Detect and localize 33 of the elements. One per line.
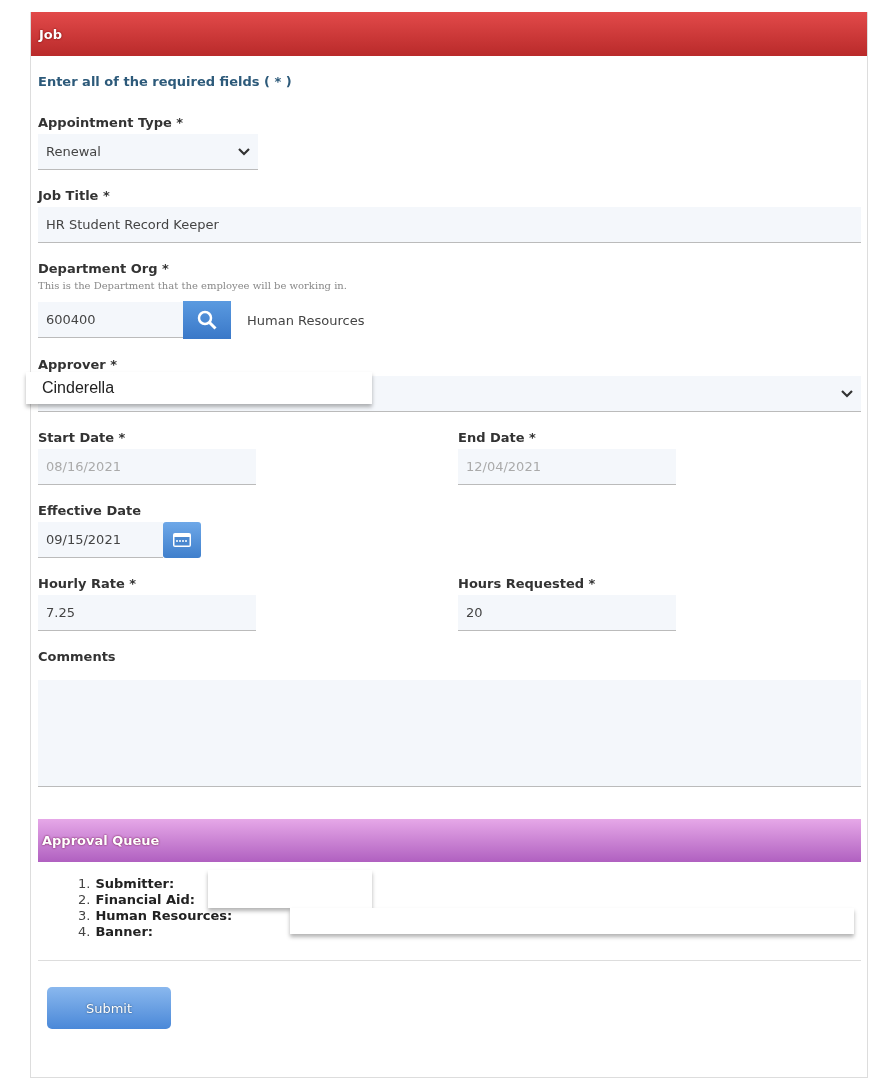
field-label: End Date * [458, 430, 537, 445]
queue-item: 2. Financial Aid: [78, 892, 195, 908]
field-label: Approver * [38, 357, 119, 372]
chevron-down-icon [841, 389, 853, 398]
chevron-down-icon [238, 147, 250, 156]
field-label: Job Title * [38, 188, 111, 203]
job-title-field[interactable]: HR Student Record Keeper [38, 207, 861, 243]
search-icon [197, 310, 217, 330]
field-label: Department Org * [38, 261, 170, 276]
approver-value: Cinderella [26, 372, 372, 404]
hint-text: This is the Department that the employee will be working in. [38, 280, 348, 291]
field-label: Start Date * [38, 430, 127, 445]
field-label: Hourly Rate * [38, 576, 138, 591]
appointment-type-select[interactable]: Renewal [38, 134, 258, 170]
effective-date-field[interactable]: 09/15/2021 [38, 522, 163, 558]
instruction-text: Enter all of the required fields ( * ) [38, 74, 293, 89]
field-label: Appointment Type * [38, 115, 185, 130]
calendar-button[interactable] [163, 522, 201, 558]
queue-item: 1. Submitter: [78, 876, 175, 892]
comments-field[interactable] [38, 680, 861, 787]
panel-title: Job [31, 12, 867, 56]
department-name: Human Resources [247, 312, 365, 328]
field-label: Effective Date [38, 503, 143, 518]
department-field[interactable]: 600400 [38, 302, 183, 338]
number-field[interactable]: 20 [458, 595, 676, 631]
queue-item: 3. Human Resources: [78, 908, 233, 924]
calendar-icon [172, 532, 192, 548]
queue-item: 4. Banner: [78, 924, 154, 940]
search-button[interactable] [183, 301, 231, 339]
section-title: Approval Queue [38, 819, 861, 862]
number-field[interactable]: 7.25 [38, 595, 256, 631]
field-label: Comments [38, 649, 117, 664]
field-label: Hours Requested * [458, 576, 597, 591]
